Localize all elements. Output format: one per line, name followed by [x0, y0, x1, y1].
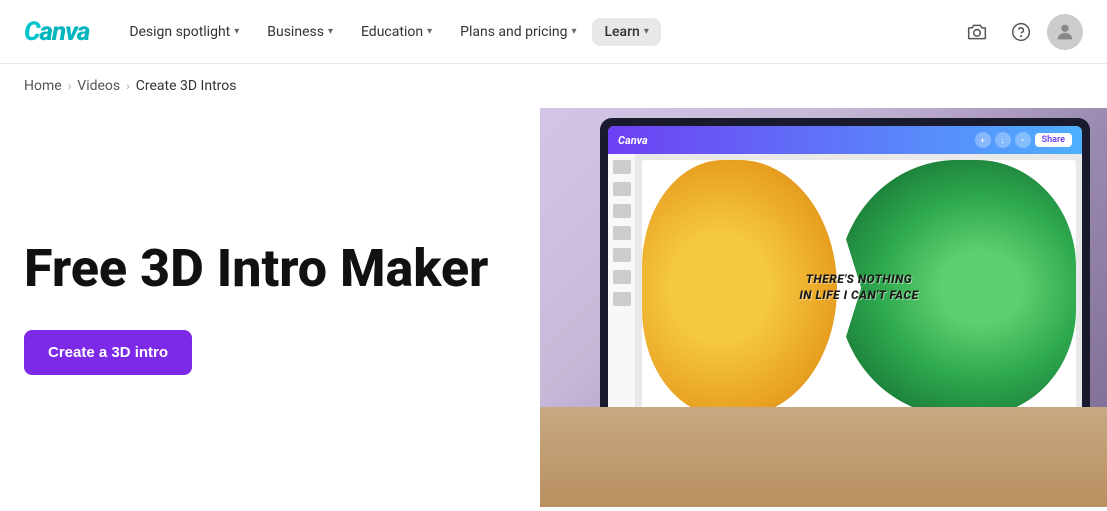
- laptop-screen-inner: Canva + ↓ • Share: [608, 126, 1082, 440]
- breadcrumb-home[interactable]: Home: [24, 78, 62, 94]
- canva-editor: Canva + ↓ • Share: [608, 126, 1082, 440]
- sidebar-icon-2: [613, 182, 631, 196]
- nav-label-plans-pricing: Plans and pricing: [460, 24, 567, 40]
- avatar[interactable]: [1047, 14, 1083, 50]
- editor-share-button[interactable]: Share: [1035, 133, 1072, 147]
- design-text-line1: THERE'S NOTHING: [799, 272, 918, 288]
- editor-download-icon: ↓: [995, 132, 1011, 148]
- create-3d-intro-button[interactable]: Create a 3D intro: [24, 330, 192, 375]
- nav-item-education[interactable]: Education ▾: [349, 18, 444, 46]
- canva-logo[interactable]: Canva: [24, 17, 89, 47]
- laptop-screen-outer: Canva + ↓ • Share: [600, 118, 1090, 448]
- nav-item-business[interactable]: Business ▾: [255, 18, 345, 46]
- help-icon-button[interactable]: [1003, 14, 1039, 50]
- hero-title: Free 3D Intro Maker: [24, 240, 516, 297]
- chevron-down-icon: ▾: [427, 26, 432, 37]
- chevron-down-icon: ▾: [234, 26, 239, 37]
- editor-sidebar: [608, 154, 636, 422]
- breadcrumb-separator: ›: [68, 79, 72, 93]
- design-canvas: THERE'S NOTHING IN LIFE I CAN'T FACE: [642, 160, 1076, 416]
- sidebar-icon-5: [613, 248, 631, 262]
- design-text: THERE'S NOTHING IN LIFE I CAN'T FACE: [799, 272, 918, 303]
- editor-topbar-actions: + ↓ • Share: [975, 132, 1072, 148]
- hero-image: Canva + ↓ • Share: [540, 108, 1107, 507]
- editor-topbar: Canva + ↓ • Share: [608, 126, 1082, 154]
- logo-text-rest: anva: [40, 17, 90, 47]
- breadcrumb: Home › Videos › Create 3D Intros: [0, 64, 1107, 108]
- nav-icons: [959, 14, 1083, 50]
- nav-label-business: Business: [267, 24, 324, 40]
- camera-icon-button[interactable]: [959, 14, 995, 50]
- breadcrumb-separator: ›: [126, 79, 130, 93]
- chevron-down-icon: ▾: [644, 26, 649, 37]
- sidebar-icon-7: [613, 292, 631, 306]
- breadcrumb-videos[interactable]: Videos: [77, 78, 120, 94]
- nav-item-design-spotlight[interactable]: Design spotlight ▾: [117, 18, 251, 46]
- editor-body: THERE'S NOTHING IN LIFE I CAN'T FACE: [608, 154, 1082, 422]
- editor-more-icon: •: [1015, 132, 1031, 148]
- editor-icon: +: [975, 132, 991, 148]
- nav-item-plans-pricing[interactable]: Plans and pricing ▾: [448, 18, 588, 46]
- nav-label-design-spotlight: Design spotlight: [129, 24, 230, 40]
- nav-label-learn: Learn: [604, 24, 639, 40]
- design-text-line2: IN LIFE I CAN'T FACE: [799, 288, 918, 304]
- logo-text: C: [24, 17, 40, 47]
- nav-item-learn[interactable]: Learn ▾: [592, 18, 660, 46]
- table-surface: [540, 407, 1107, 507]
- sidebar-icon-6: [613, 270, 631, 284]
- chevron-down-icon: ▾: [571, 26, 576, 37]
- sidebar-icon-1: [613, 160, 631, 174]
- editor-canvas: THERE'S NOTHING IN LIFE I CAN'T FACE: [636, 154, 1082, 422]
- hero-section: Free 3D Intro Maker Create a 3D intro: [0, 108, 540, 507]
- sidebar-icon-3: [613, 204, 631, 218]
- editor-logo: Canva: [618, 134, 648, 147]
- sidebar-icon-4: [613, 226, 631, 240]
- main-content: Free 3D Intro Maker Create a 3D intro Ca…: [0, 108, 1107, 507]
- chevron-down-icon: ▾: [328, 26, 333, 37]
- breadcrumb-current: Create 3D Intros: [136, 78, 237, 94]
- navigation: Canva Design spotlight ▾ Business ▾ Educ…: [0, 0, 1107, 64]
- nav-label-education: Education: [361, 24, 423, 40]
